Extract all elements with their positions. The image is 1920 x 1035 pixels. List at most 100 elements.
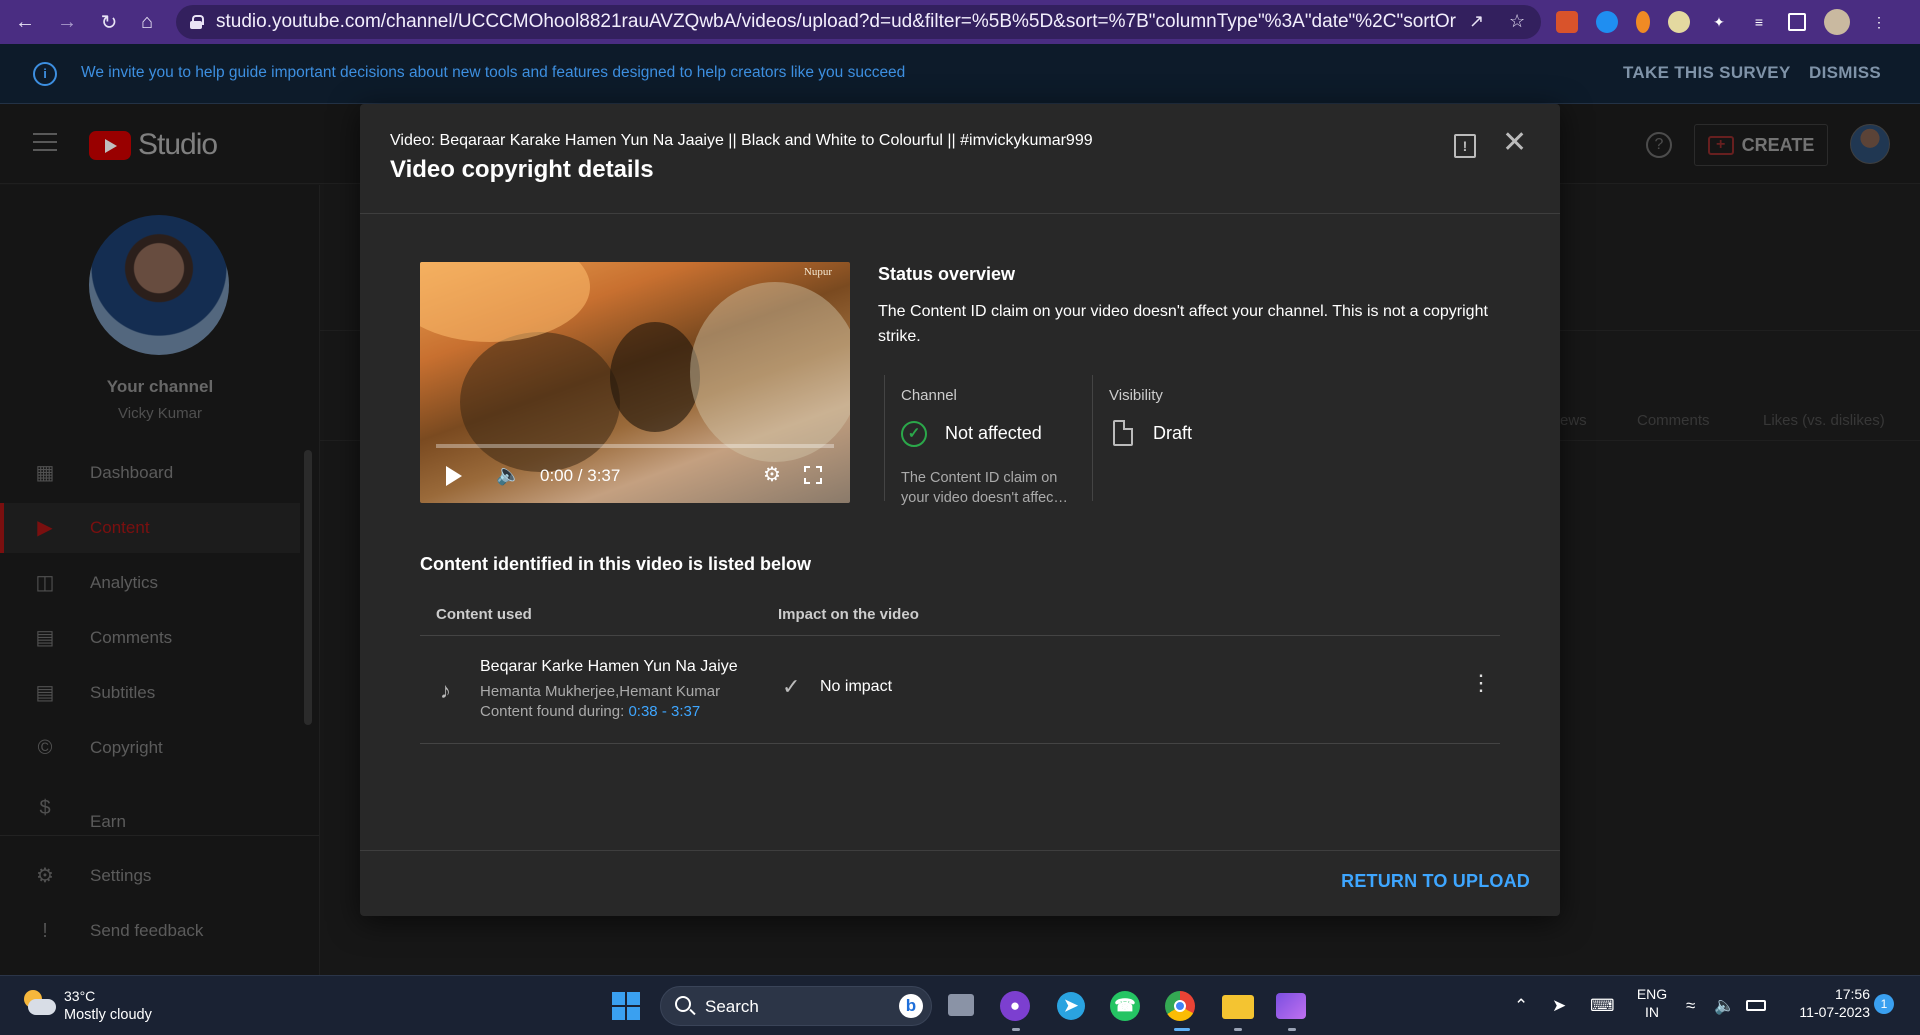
content-found-range: Content found during: 0:38 - 3:37 bbox=[480, 703, 700, 720]
survey-banner: i We invite you to help guide important … bbox=[0, 44, 1920, 104]
active-app-indicator bbox=[1174, 1028, 1190, 1031]
video-settings-icon[interactable]: ⚙ bbox=[763, 462, 781, 487]
weather-cloud-shape bbox=[28, 999, 56, 1015]
music-note-icon: ♪ bbox=[440, 678, 451, 703]
windows-taskbar: 33°C Mostly cloudy Search b ● ➤ ☎ ⌃ ➤ ⌨ … bbox=[0, 975, 1920, 1035]
status-description: The Content ID claim on your video doesn… bbox=[878, 303, 1488, 345]
thumbnail-shape bbox=[690, 282, 850, 462]
status-overview-title: Status overview bbox=[878, 264, 1016, 284]
notification-badge[interactable]: 1 bbox=[1874, 994, 1894, 1014]
clock[interactable]: 17:56 11-07-2023 bbox=[1782, 986, 1870, 1020]
extension-icon-2[interactable] bbox=[1596, 11, 1618, 33]
dialog-header: Video: Beqaraar Karake Hamen Yun Na Jaai… bbox=[360, 104, 1560, 214]
report-feedback-icon[interactable]: ! bbox=[1454, 134, 1476, 158]
volume-icon[interactable]: 🔈 bbox=[496, 462, 521, 487]
battery-icon[interactable] bbox=[1746, 1000, 1766, 1011]
chrome-icon[interactable] bbox=[1165, 991, 1195, 1021]
fullscreen-icon[interactable] bbox=[804, 466, 822, 484]
start-icon-pane bbox=[612, 1007, 625, 1020]
weather-cloudy-icon[interactable] bbox=[22, 990, 56, 1016]
close-icon[interactable]: ✕ bbox=[1502, 128, 1527, 158]
reload-icon[interactable]: ↻ bbox=[90, 0, 128, 44]
region-code: IN bbox=[1645, 1004, 1659, 1020]
survey-text: We invite you to help guide important de… bbox=[81, 64, 906, 81]
running-indicator bbox=[1288, 1028, 1296, 1031]
taskbar-search-label: Search bbox=[705, 997, 759, 1016]
task-view-icon[interactable] bbox=[948, 994, 974, 1016]
channel-status-note: The Content ID claim on your video doesn… bbox=[901, 470, 1068, 506]
location-arrow-icon[interactable]: ➤ bbox=[1552, 996, 1566, 1016]
profile-avatar-icon[interactable] bbox=[1824, 9, 1850, 35]
table-row: ♪ Beqarar Karke Hamen Yun Na Jaiye Heman… bbox=[420, 636, 1500, 744]
thumbnail-shape bbox=[610, 322, 700, 432]
file-explorer-icon[interactable] bbox=[1222, 995, 1254, 1019]
channel-status-column: Channel ✓ Not affected The Content ID cl… bbox=[884, 375, 1092, 506]
browser-menu-icon[interactable]: ⋮ bbox=[1868, 11, 1890, 33]
thumbnail-shape bbox=[420, 262, 590, 342]
column-header-impact: Impact on the video bbox=[778, 606, 919, 623]
clock-date: 11-07-2023 bbox=[1799, 1004, 1870, 1020]
content-found-prefix: Content found during: bbox=[480, 703, 629, 720]
lock-icon[interactable] bbox=[190, 15, 204, 29]
clock-time: 17:56 bbox=[1834, 986, 1870, 1002]
info-icon: i bbox=[33, 62, 57, 86]
take-survey-button[interactable]: TAKE THIS SURVEY bbox=[1623, 63, 1791, 83]
share-icon[interactable]: ↗ bbox=[1469, 11, 1484, 32]
keyboard-icon[interactable]: ⌨ bbox=[1590, 996, 1615, 1016]
tray-chevron-up-icon[interactable]: ⌃ bbox=[1514, 996, 1528, 1016]
channel-label: Channel bbox=[901, 387, 957, 404]
document-icon bbox=[1113, 420, 1133, 446]
language-indicator[interactable]: ENG IN bbox=[1634, 986, 1670, 1020]
dismiss-button[interactable]: DISMISS bbox=[1809, 63, 1881, 83]
home-icon[interactable]: ⌂ bbox=[128, 0, 166, 44]
back-icon[interactable]: ← bbox=[6, 0, 44, 44]
dialog-footer: RETURN TO UPLOAD bbox=[360, 850, 1560, 916]
return-to-upload-button[interactable]: RETURN TO UPLOAD bbox=[1341, 871, 1530, 892]
extension-icon-1[interactable] bbox=[1556, 11, 1578, 33]
clipchamp-icon[interactable] bbox=[1276, 993, 1306, 1019]
forward-icon[interactable]: → bbox=[48, 0, 86, 44]
checkmark-icon: ✓ bbox=[782, 674, 801, 699]
channel-status-value: Not affected bbox=[945, 423, 1042, 443]
windows-start-icon[interactable] bbox=[612, 992, 640, 1020]
claimed-song-artist: Hemanta Mukherjee,Hemant Kumar bbox=[480, 683, 721, 700]
wifi-icon[interactable]: ≈ bbox=[1686, 996, 1695, 1016]
address-bar[interactable]: studio.youtube.com/channel/UCCCMOhool882… bbox=[176, 5, 1541, 39]
puzzle-icon[interactable]: ✦ bbox=[1708, 11, 1730, 33]
github-icon[interactable]: ● bbox=[1000, 991, 1030, 1021]
speaker-icon[interactable]: 🔈 bbox=[1714, 996, 1735, 1016]
visibility-value: Draft bbox=[1153, 423, 1193, 443]
media-queue-icon[interactable]: ≡ bbox=[1748, 11, 1770, 33]
language-code: ENG bbox=[1636, 986, 1668, 1002]
video-progress-bar[interactable] bbox=[436, 444, 834, 448]
video-player[interactable]: Nupur 🔈 0:00 / 3:37 ⚙ bbox=[420, 262, 850, 503]
chrome-center-dot bbox=[1174, 1000, 1186, 1012]
extension-icon-4[interactable] bbox=[1668, 11, 1690, 33]
running-indicator bbox=[1012, 1028, 1020, 1031]
content-found-link[interactable]: 0:38 - 3:37 bbox=[628, 703, 700, 720]
browser-toolbar: ← → ↻ ⌂ studio.youtube.com/channel/UCCCM… bbox=[0, 0, 1920, 44]
copyright-details-dialog: Video: Beqaraar Karake Hamen Yun Na Jaai… bbox=[360, 104, 1560, 916]
check-circle-icon: ✓ bbox=[901, 421, 927, 447]
extensions-area: ✦ ≡ ⋮ bbox=[1556, 0, 1890, 44]
extension-icon-3[interactable] bbox=[1636, 11, 1650, 33]
dialog-title: Video copyright details bbox=[390, 156, 654, 183]
whatsapp-icon[interactable]: ☎ bbox=[1110, 991, 1140, 1021]
claimed-song-title: Beqarar Karke Hamen Yun Na Jaiye bbox=[480, 658, 738, 675]
telegram-icon[interactable]: ➤ bbox=[1057, 992, 1085, 1020]
visibility-status-column: Visibility Draft bbox=[1092, 375, 1292, 501]
weather-temperature[interactable]: 33°C bbox=[64, 988, 95, 1004]
url-text[interactable]: studio.youtube.com/channel/UCCCMOhool882… bbox=[216, 11, 1456, 33]
sidepanel-icon[interactable] bbox=[1788, 13, 1806, 31]
start-icon-pane bbox=[612, 992, 625, 1005]
running-indicator bbox=[1234, 1028, 1242, 1031]
content-section-title: Content identified in this video is list… bbox=[420, 554, 812, 574]
weather-description[interactable]: Mostly cloudy bbox=[64, 1007, 152, 1023]
bookmark-star-icon[interactable]: ☆ bbox=[1509, 11, 1525, 32]
thumbnail-shape bbox=[460, 332, 620, 472]
more-options-icon[interactable]: ⋮ bbox=[1470, 672, 1492, 694]
bing-icon[interactable]: b bbox=[899, 994, 923, 1018]
taskbar-search[interactable]: Search b bbox=[660, 986, 932, 1026]
play-icon[interactable] bbox=[446, 466, 462, 486]
video-watermark: Nupur bbox=[803, 266, 832, 278]
